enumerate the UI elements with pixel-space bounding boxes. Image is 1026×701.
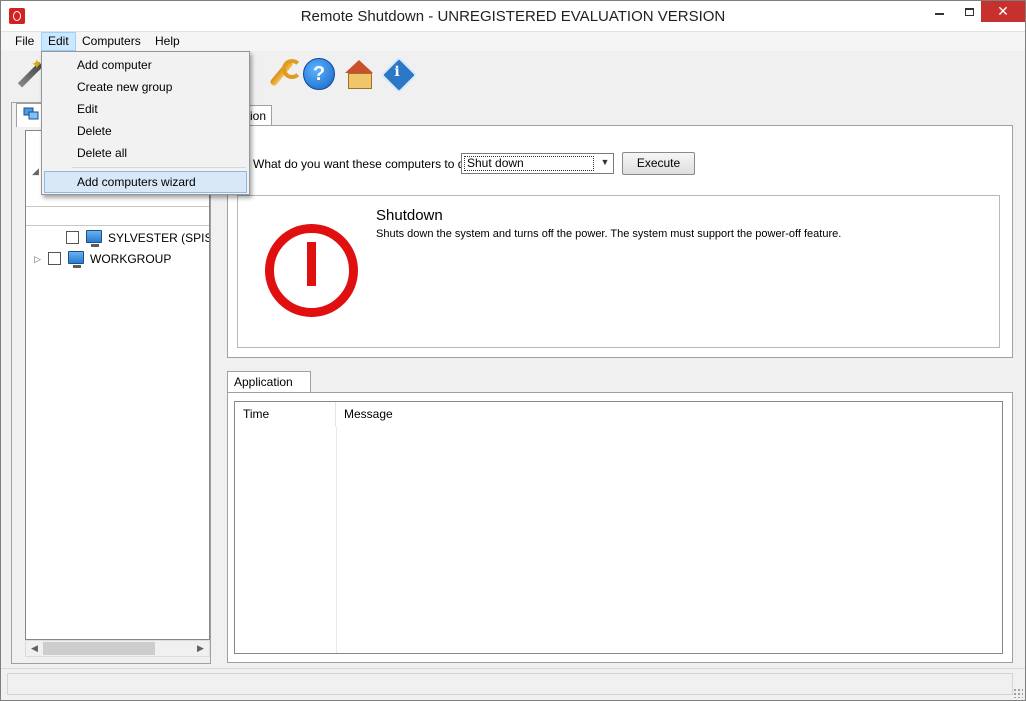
- action-title: Shutdown: [376, 207, 443, 224]
- maximize-button[interactable]: [956, 1, 983, 22]
- workgroup-checkbox[interactable]: [48, 252, 61, 265]
- minimize-button[interactable]: [926, 1, 953, 22]
- menu-file[interactable]: File: [9, 32, 40, 51]
- collapse-arrow-icon: ◢: [32, 166, 39, 176]
- minimize-icon: [935, 13, 944, 15]
- execute-button[interactable]: Execute: [622, 152, 695, 175]
- tree-row-highlight: [26, 206, 209, 226]
- expand-arrow-icon[interactable]: ▷: [34, 249, 41, 269]
- action-question: What do you want these computers to do:: [253, 157, 475, 171]
- home-icon[interactable]: [343, 58, 375, 90]
- power-icon: [265, 224, 358, 317]
- window-title: Remote Shutdown - UNREGISTERED EVALUATIO…: [300, 8, 726, 25]
- info-glyph: i: [394, 64, 400, 80]
- computer-tree[interactable]: ◢ SYLVESTER (SPIS ▷ WORKGROUP: [25, 130, 210, 640]
- title-bar[interactable]: Remote Shutdown - UNREGISTERED EVALUATIO…: [1, 1, 1025, 32]
- workgroup-icon: [68, 251, 84, 268]
- maximize-icon: [965, 8, 974, 16]
- menu-separator: [72, 167, 246, 168]
- column-header-message[interactable]: Message: [336, 402, 1002, 427]
- scroll-left-icon[interactable]: ◀: [26, 641, 43, 656]
- menu-item-edit[interactable]: Edit: [44, 98, 247, 120]
- computer-label: SYLVESTER (SPIS: [108, 231, 210, 245]
- column-header-time[interactable]: Time: [235, 402, 336, 427]
- menu-bar: File Edit Computers Help: [1, 32, 1025, 51]
- action-description: Shuts down the system and turns off the …: [376, 228, 842, 240]
- tree-item-computer[interactable]: SYLVESTER (SPIS: [26, 228, 210, 248]
- close-button[interactable]: ✕: [981, 1, 1025, 22]
- help-icon[interactable]: ?: [303, 58, 335, 90]
- tab-application-log[interactable]: Application log: [227, 371, 311, 409]
- chevron-down-icon[interactable]: ▼: [599, 157, 611, 170]
- app-window: Remote Shutdown - UNREGISTERED EVALUATIO…: [0, 0, 1026, 701]
- log-table[interactable]: Time Message: [234, 401, 1003, 654]
- menu-computers[interactable]: Computers: [76, 32, 147, 51]
- menu-help[interactable]: Help: [149, 32, 186, 51]
- network-icon: [23, 107, 39, 120]
- status-bar: [1, 668, 1025, 700]
- action-select-value: Shut down: [464, 156, 594, 171]
- wrench-icon[interactable]: [264, 58, 302, 90]
- menu-item-delete[interactable]: Delete: [44, 120, 247, 142]
- resize-grip-icon[interactable]: [1013, 688, 1023, 698]
- computer-checkbox[interactable]: [66, 231, 79, 244]
- computer-icon: [86, 230, 102, 247]
- edit-menu-dropdown: Add computer Create new group Edit Delet…: [41, 51, 250, 195]
- scroll-thumb[interactable]: [43, 642, 155, 655]
- menu-item-add-computers-wizard[interactable]: Add computers wizard: [44, 171, 247, 193]
- tree-horizontal-scrollbar[interactable]: ◀ ▶: [25, 640, 210, 657]
- menu-edit[interactable]: Edit: [41, 32, 76, 51]
- menu-item-add-computer[interactable]: Add computer: [44, 54, 247, 76]
- scroll-right-icon[interactable]: ▶: [192, 641, 209, 656]
- column-divider: [336, 427, 337, 653]
- action-select[interactable]: Shut down ▼: [461, 153, 614, 174]
- status-pane: [7, 673, 1013, 695]
- menu-item-delete-all[interactable]: Delete all: [44, 142, 247, 164]
- tree-item-workgroup[interactable]: ▷ WORKGROUP: [26, 249, 209, 269]
- workgroup-label: WORKGROUP: [90, 252, 172, 266]
- menu-item-create-group[interactable]: Create new group: [44, 76, 247, 98]
- info-icon[interactable]: i: [382, 58, 414, 90]
